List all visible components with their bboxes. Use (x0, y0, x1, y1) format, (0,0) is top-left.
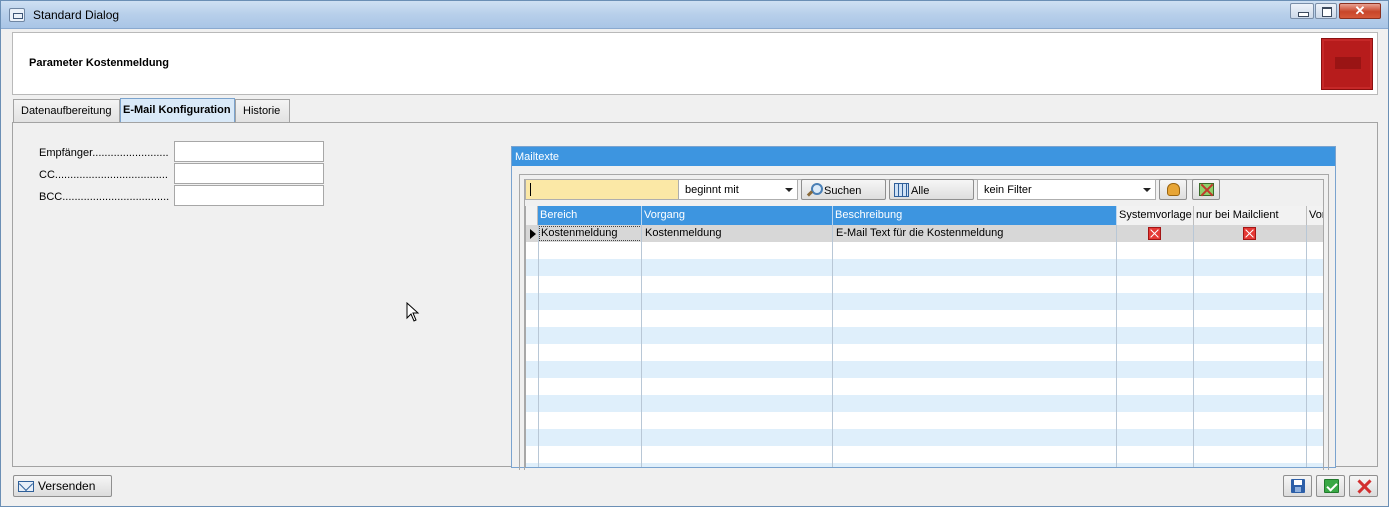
empty-row (526, 395, 1323, 412)
empty-row (526, 242, 1323, 259)
column-header-vor[interactable]: Vor (1307, 206, 1323, 225)
column-divider (1116, 225, 1117, 467)
minimize-button[interactable] (1290, 3, 1314, 19)
ok-button[interactable] (1316, 475, 1345, 497)
bcc-field[interactable] (174, 185, 324, 206)
cell-vorgang[interactable]: Kostenmeldung (642, 225, 833, 242)
dialog-footer: Versenden (1, 470, 1388, 506)
empty-row (526, 429, 1323, 446)
table-row[interactable]: Kostenmeldung Kostenmeldung E-Mail Text … (526, 225, 1323, 242)
cancel-button[interactable] (1349, 475, 1378, 497)
cell-bereich[interactable]: Kostenmeldung (538, 225, 642, 242)
column-divider (538, 225, 539, 467)
envelope-icon (18, 481, 34, 492)
column-header-nur-bei-mailclient[interactable]: nur bei Mailclient (1194, 206, 1307, 225)
search-input[interactable] (525, 179, 685, 200)
dialog-header: Parameter Kostenmeldung (12, 32, 1378, 95)
column-header-vorgang[interactable]: Vorgang (642, 206, 833, 225)
chevron-down-icon (785, 188, 793, 192)
nur-bei-mailclient-checkbox[interactable] (1243, 227, 1256, 240)
ok-icon (1324, 479, 1339, 493)
mailtexte-table: Bereich Vorgang Beschreibung Systemvorla… (525, 206, 1323, 467)
send-button-label: Versenden (38, 479, 96, 493)
systemvorlage-checkbox[interactable] (1148, 227, 1161, 240)
empty-row (526, 344, 1323, 361)
all-button[interactable]: Alle (889, 179, 974, 200)
column-header-bereich[interactable]: Bereich (538, 206, 642, 225)
empty-row (526, 361, 1323, 378)
column-divider (832, 225, 833, 467)
all-button-label: Alle (911, 185, 930, 197)
search-button-label: Suchen (824, 185, 862, 197)
column-header-systemvorlage[interactable]: Systemvorlage (1117, 206, 1194, 225)
magnifier-icon (806, 183, 823, 197)
save-button[interactable] (1283, 475, 1312, 497)
app-logo (1321, 38, 1373, 90)
tab-historie[interactable]: Historie (235, 99, 290, 123)
search-button[interactable]: Suchen (801, 179, 886, 200)
column-divider (641, 225, 642, 467)
grid-icon (894, 183, 909, 197)
empty-row (526, 446, 1323, 463)
current-row-icon (530, 229, 536, 239)
cc-label: CC......................................… (39, 169, 169, 181)
filter-value: kein Filter (984, 184, 1032, 196)
empty-row (526, 310, 1323, 327)
dialog-window: Standard Dialog ✕ Parameter Kostenmeldun… (0, 0, 1389, 507)
filter-select[interactable]: kein Filter (977, 179, 1156, 200)
empty-row (526, 293, 1323, 310)
column-header-beschreibung[interactable]: Beschreibung (833, 206, 1117, 225)
empty-row (526, 378, 1323, 395)
cell-beschreibung[interactable]: E-Mail Text für die Kostenmeldung (833, 225, 1117, 242)
title-bar[interactable]: Standard Dialog ✕ (1, 1, 1388, 29)
remove-filter-button[interactable] (1192, 179, 1220, 200)
empty-row (526, 276, 1323, 293)
maximize-button[interactable] (1315, 3, 1337, 19)
match-mode-select[interactable]: beginnt mit (678, 179, 798, 200)
save-icon (1291, 479, 1305, 493)
window-menu-icon[interactable] (9, 8, 25, 22)
chevron-down-icon (1143, 188, 1151, 192)
empty-row (526, 463, 1323, 467)
select-button[interactable] (1159, 179, 1187, 200)
cancel-icon (1357, 479, 1372, 494)
empfaenger-field[interactable] (174, 141, 324, 162)
filter-remove-icon (1199, 183, 1214, 196)
empty-row (526, 259, 1323, 276)
row-selector-header (526, 206, 538, 225)
column-divider (1306, 225, 1307, 467)
tab-datenaufbereitung[interactable]: Datenaufbereitung (13, 99, 120, 123)
empfaenger-label: Empfänger......................... (39, 147, 169, 159)
mailtexte-title: Mailtexte (512, 147, 1335, 166)
cc-field[interactable] (174, 163, 324, 184)
hand-icon (1167, 183, 1180, 196)
close-button[interactable]: ✕ (1339, 3, 1381, 19)
tab-email-konfiguration[interactable]: E-Mail Konfiguration (120, 98, 235, 123)
page-title: Parameter Kostenmeldung (29, 57, 169, 69)
column-divider (1193, 225, 1194, 467)
table-header: Bereich Vorgang Beschreibung Systemvorla… (526, 206, 1323, 225)
empty-row (526, 327, 1323, 344)
window-title: Standard Dialog (33, 8, 120, 22)
close-icon: ✕ (1354, 3, 1366, 18)
bcc-label: BCC.....................................… (39, 191, 169, 203)
send-button[interactable]: Versenden (13, 475, 112, 497)
empty-row (526, 412, 1323, 429)
match-mode-value: beginnt mit (685, 184, 739, 196)
